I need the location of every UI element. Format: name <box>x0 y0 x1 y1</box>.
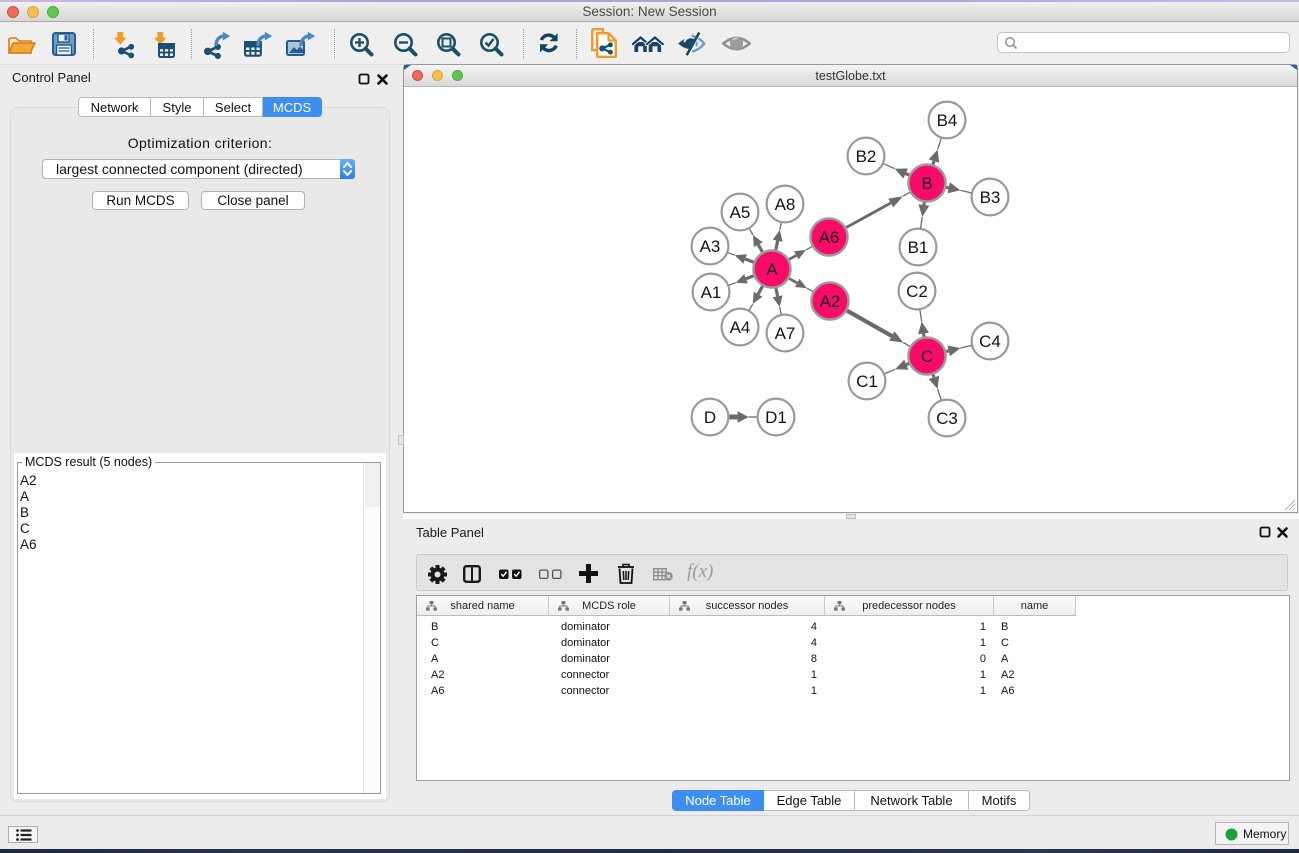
svg-text:C2: C2 <box>906 282 928 301</box>
svg-text:B: B <box>921 174 932 193</box>
svg-text:B1: B1 <box>908 238 929 257</box>
svg-text:B2: B2 <box>856 147 877 166</box>
svg-text:A2: A2 <box>820 292 841 311</box>
svg-text:C3: C3 <box>936 409 958 428</box>
svg-text:A4: A4 <box>730 318 751 337</box>
svg-text:B4: B4 <box>937 111 958 130</box>
svg-text:A5: A5 <box>730 203 751 222</box>
svg-text:D1: D1 <box>765 408 787 427</box>
svg-text:A7: A7 <box>775 324 796 343</box>
svg-text:B3: B3 <box>980 188 1001 207</box>
svg-text:C4: C4 <box>979 332 1001 351</box>
svg-text:A: A <box>766 260 778 279</box>
svg-text:D: D <box>704 408 716 427</box>
svg-text:C: C <box>921 347 933 366</box>
svg-text:A3: A3 <box>700 237 721 256</box>
svg-text:C1: C1 <box>856 372 878 391</box>
svg-text:A8: A8 <box>775 195 796 214</box>
svg-text:A6: A6 <box>819 228 840 247</box>
svg-text:A1: A1 <box>701 283 722 302</box>
